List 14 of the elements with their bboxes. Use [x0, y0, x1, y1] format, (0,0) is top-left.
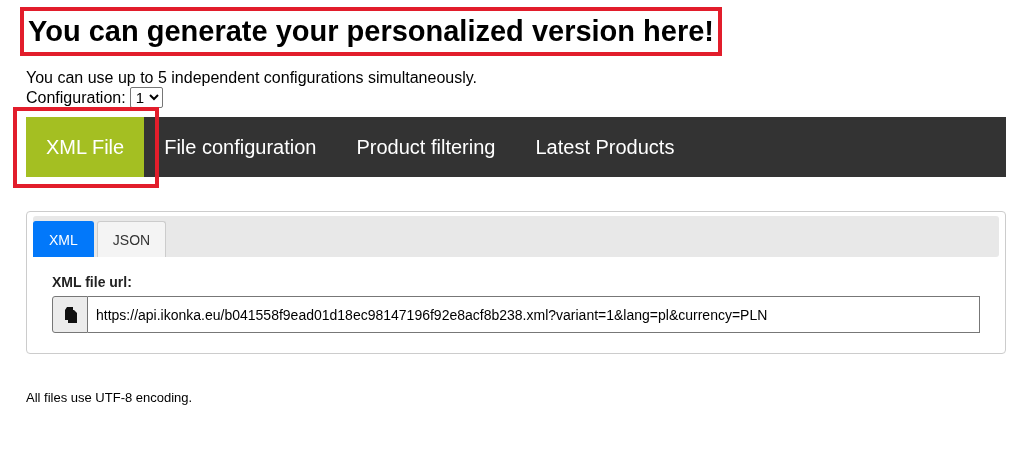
nav-tab[interactable]: Latest Products	[515, 117, 695, 177]
format-tab[interactable]: JSON	[96, 221, 167, 257]
configuration-label: Configuration:	[26, 88, 126, 107]
nav-tab[interactable]: File configuration	[144, 117, 337, 177]
nav-tab[interactable]: Product filtering	[336, 117, 516, 177]
url-field[interactable]: https://api.ikonka.eu/b041558f9ead01d18ec98147196f92e8acf8b238.xml?variant=1&lang=pl&currency=PLN	[88, 296, 980, 333]
copy-button[interactable]	[52, 296, 88, 333]
page-heading: You can generate your personalized version here!	[20, 7, 722, 56]
intro-text: You can use up to 5 independent configurations simultaneously.	[26, 68, 478, 87]
encoding-note: All files use UTF-8 encoding.	[26, 390, 193, 405]
copy-icon	[62, 306, 78, 323]
configuration-select[interactable]: 1	[129, 87, 163, 108]
field-label: XML file url:	[52, 274, 133, 290]
format-tab[interactable]: XML	[33, 221, 94, 257]
